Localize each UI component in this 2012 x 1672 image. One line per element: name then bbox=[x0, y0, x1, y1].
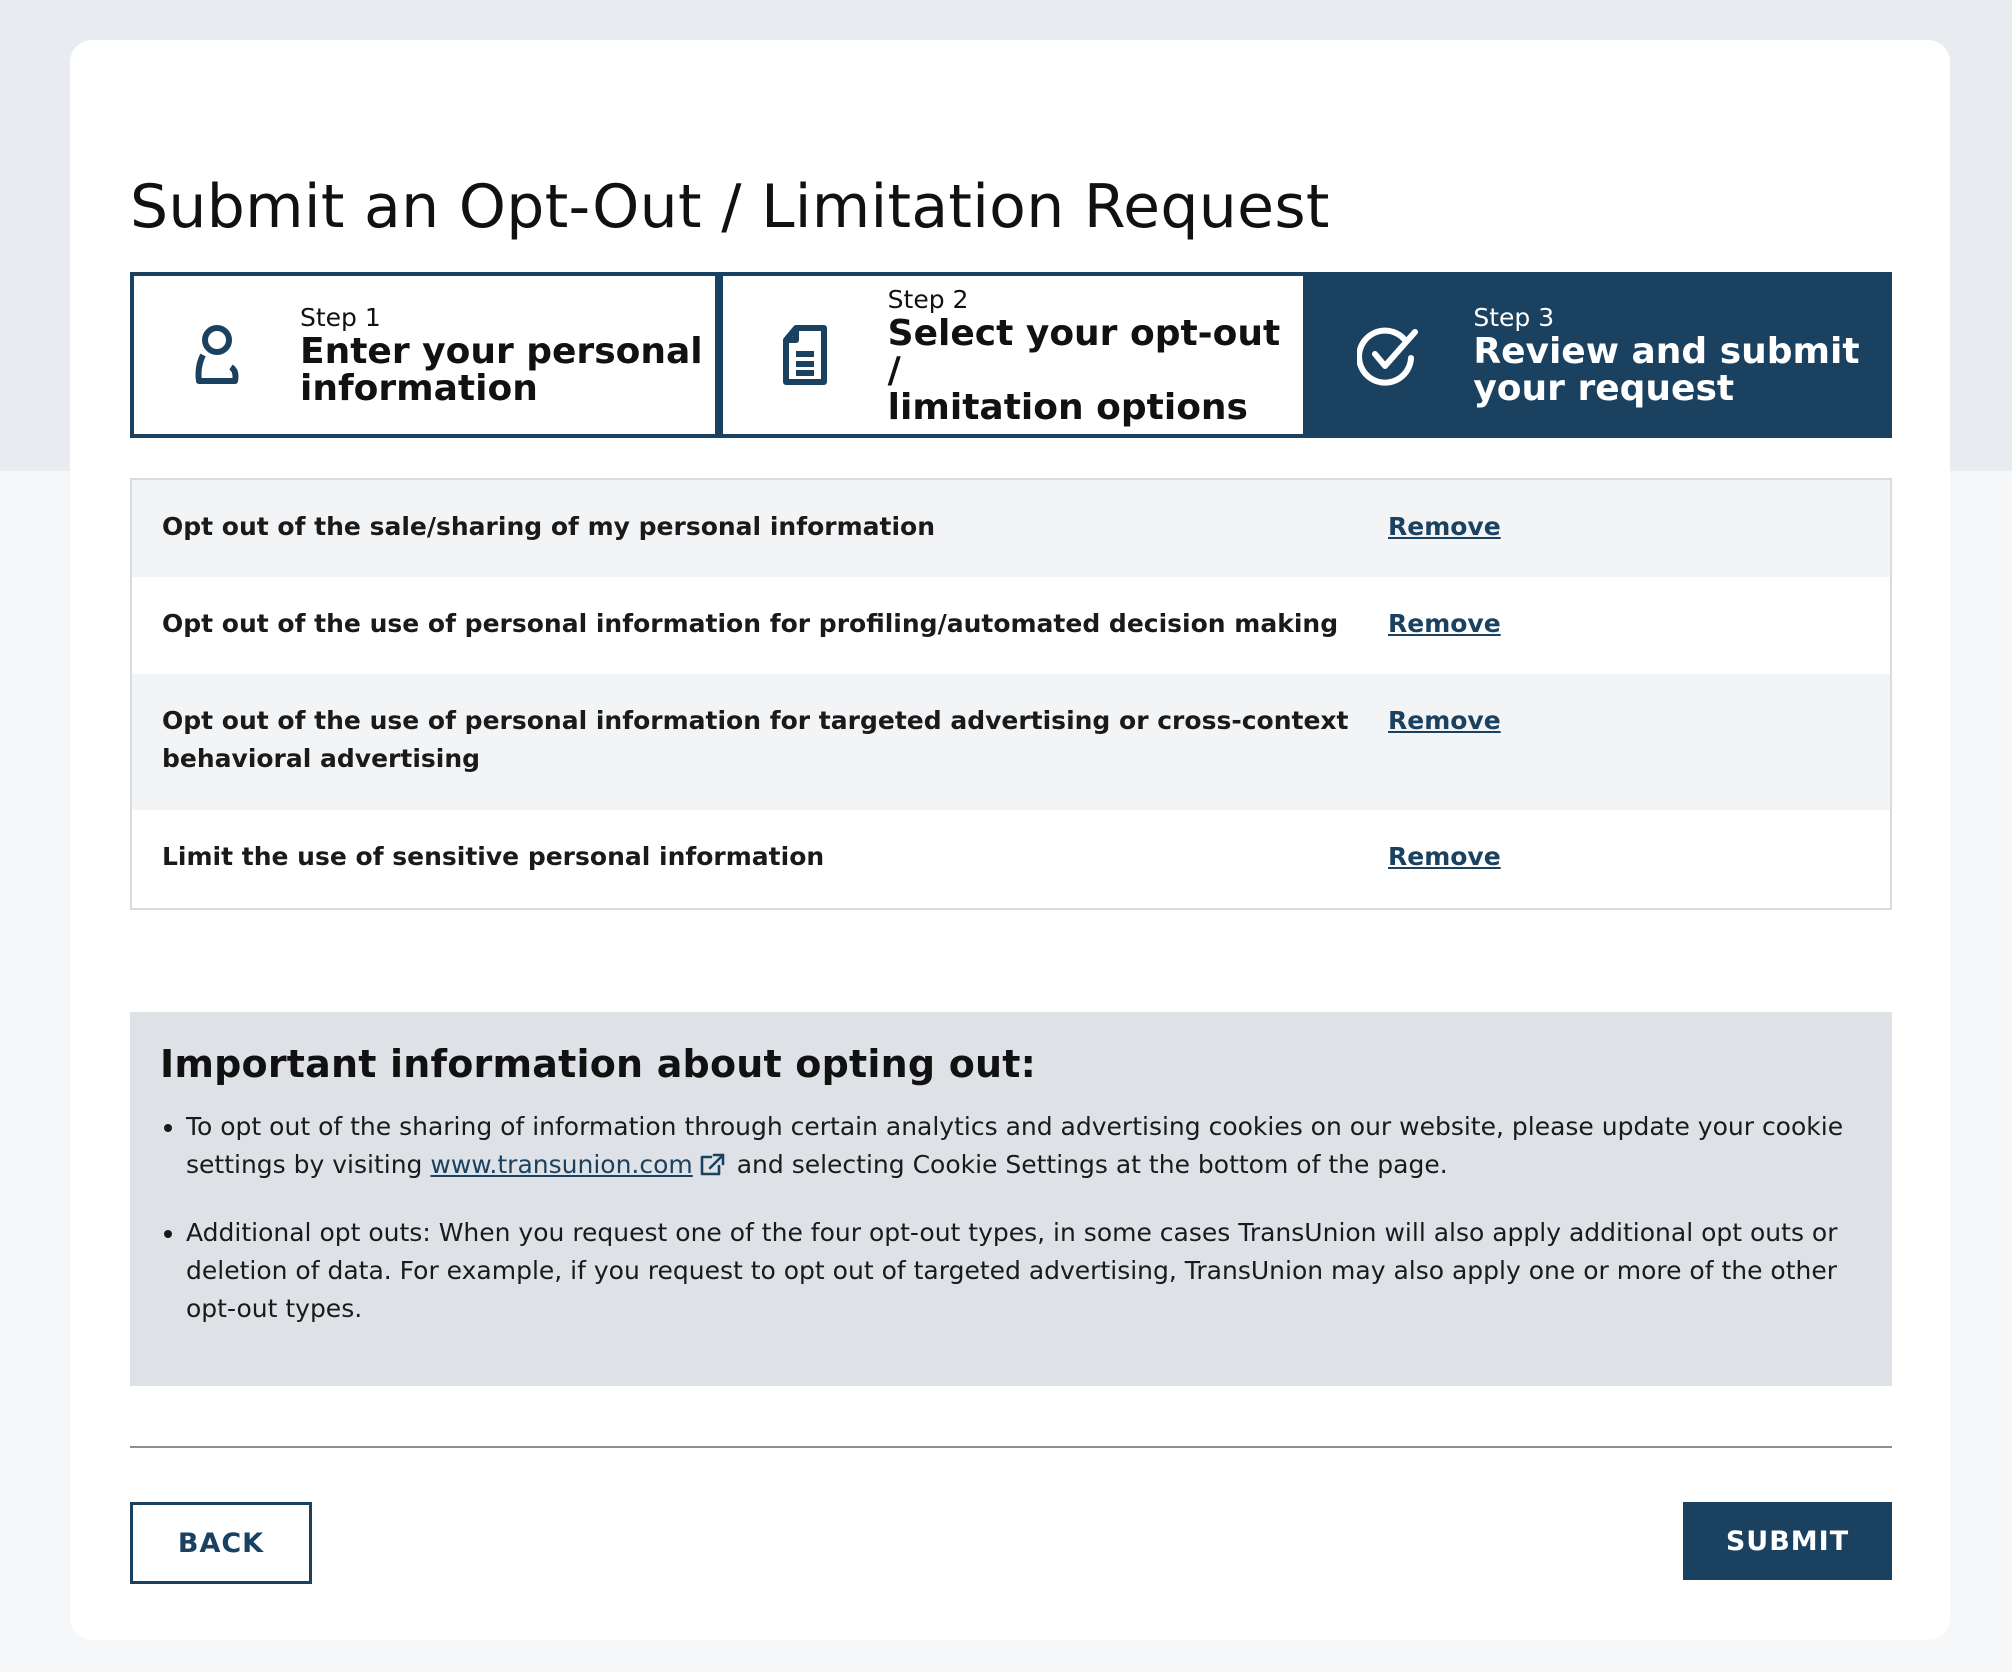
remove-link[interactable]: Remove bbox=[1388, 605, 1501, 643]
important-info-panel: Important information about opting out: … bbox=[130, 1012, 1892, 1386]
request-card: Submit an Opt-Out / Limitation Request S… bbox=[70, 40, 1950, 1640]
option-label: Opt out of the sale/sharing of my person… bbox=[162, 512, 935, 541]
submit-button[interactable]: SUBMIT bbox=[1683, 1502, 1892, 1580]
option-label: Opt out of the use of personal informati… bbox=[162, 706, 1349, 773]
remove-link[interactable]: Remove bbox=[1388, 508, 1501, 546]
selected-options-list: Opt out of the sale/sharing of my person… bbox=[130, 478, 1892, 910]
remove-link[interactable]: Remove bbox=[1388, 702, 1501, 740]
person-icon bbox=[134, 323, 300, 387]
step-3: Step 3 Review and submit your request bbox=[1307, 272, 1893, 438]
transunion-link[interactable]: www.transunion.com bbox=[430, 1150, 692, 1179]
info-bullet-text: and selecting Cookie Settings at the bot… bbox=[728, 1150, 1448, 1179]
step-2-number: Step 2 bbox=[887, 284, 969, 314]
progress-stepper: Step 1 Enter your personal information S… bbox=[130, 272, 1893, 438]
step-1-title-line1: Enter your personal bbox=[300, 331, 703, 372]
step-3-title-line2: your request bbox=[1473, 368, 1735, 409]
option-label: Limit the use of sensitive personal info… bbox=[162, 842, 825, 871]
step-2-title-line1: Select your opt-out / bbox=[887, 312, 1281, 391]
step-1-number: Step 1 bbox=[300, 303, 381, 332]
check-circle-icon bbox=[1307, 324, 1473, 386]
list-item: Opt out of the use of personal informati… bbox=[132, 577, 1890, 674]
step-2-title-line2: limitation options bbox=[887, 386, 1248, 428]
info-bullet-additional: Additional opt outs: When you request on… bbox=[186, 1214, 1862, 1328]
step-1: Step 1 Enter your personal information bbox=[130, 272, 719, 438]
info-list: To opt out of the sharing of information… bbox=[160, 1108, 1862, 1328]
list-item: Opt out of the use of personal informati… bbox=[132, 674, 1890, 810]
divider bbox=[130, 1446, 1892, 1448]
option-label: Opt out of the use of personal informati… bbox=[162, 609, 1339, 638]
back-button[interactable]: BACK bbox=[130, 1502, 312, 1584]
step-3-number: Step 3 bbox=[1473, 303, 1555, 332]
step-1-title-line2: information bbox=[300, 368, 538, 409]
step-2: Step 2 Select your opt-out / limitation … bbox=[718, 272, 1308, 438]
document-icon bbox=[723, 324, 888, 386]
info-bullet-cookies: To opt out of the sharing of information… bbox=[186, 1108, 1862, 1188]
remove-link[interactable]: Remove bbox=[1388, 838, 1501, 876]
page-title: Submit an Opt-Out / Limitation Request bbox=[130, 172, 1330, 242]
external-link-icon bbox=[699, 1150, 725, 1188]
step-3-title-line1: Review and submit bbox=[1473, 331, 1860, 372]
list-item: Limit the use of sensitive personal info… bbox=[132, 810, 1890, 908]
info-heading: Important information about opting out: bbox=[160, 1042, 1037, 1086]
list-item: Opt out of the sale/sharing of my person… bbox=[132, 480, 1890, 577]
